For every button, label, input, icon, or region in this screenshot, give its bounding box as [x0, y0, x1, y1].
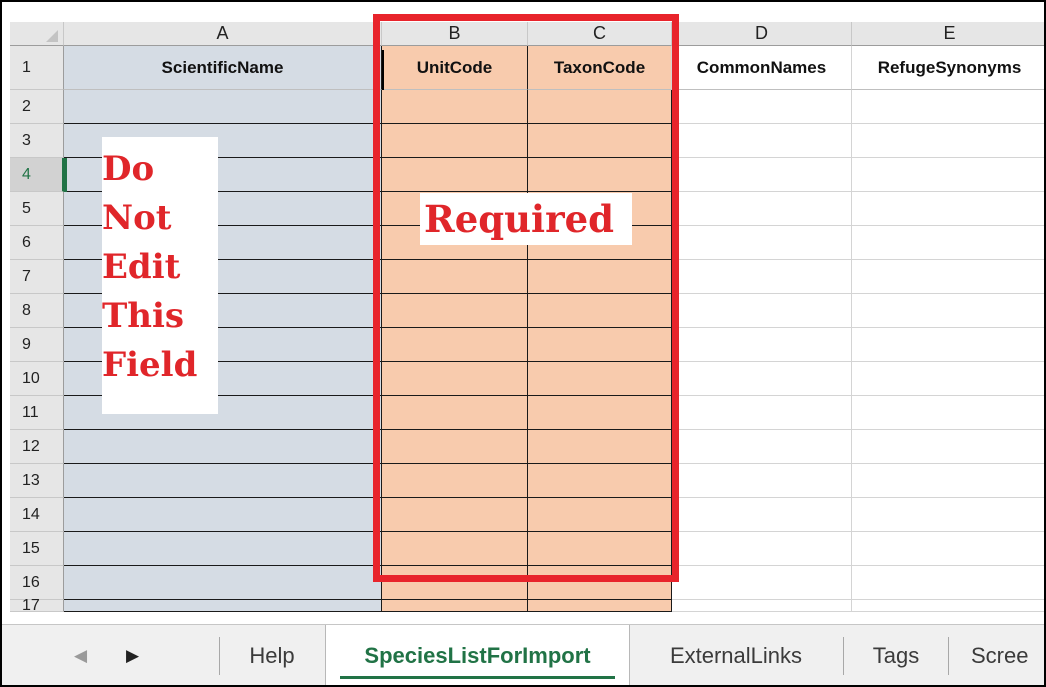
- cell-e14[interactable]: [852, 498, 1044, 532]
- cell-e9[interactable]: [852, 328, 1044, 362]
- tab-externallinks[interactable]: ExternalLinks: [630, 625, 842, 685]
- tab-scroll-right-icon[interactable]: ▶: [126, 646, 139, 666]
- cell-a12[interactable]: [64, 430, 382, 464]
- cell-e15[interactable]: [852, 532, 1044, 566]
- do-not-edit-word-3: Edit: [102, 247, 181, 287]
- header-cell-commonnames[interactable]: CommonNames: [672, 46, 852, 90]
- do-not-edit-word-2: Not: [102, 198, 172, 238]
- cell-e7[interactable]: [852, 260, 1044, 294]
- cell-a17[interactable]: [64, 600, 382, 612]
- cell-d6[interactable]: [672, 226, 852, 260]
- cell-c17[interactable]: [528, 600, 672, 612]
- required-columns-highlight: [373, 14, 679, 582]
- cell-a13[interactable]: [64, 464, 382, 498]
- do-not-edit-word-5: Field: [102, 345, 198, 385]
- row-header-4[interactable]: 4: [10, 158, 64, 192]
- tab-specieslistforimport[interactable]: SpeciesListForImport: [325, 625, 630, 685]
- do-not-edit-note: Do Not Edit This Field: [102, 137, 218, 414]
- row-header-10[interactable]: 10: [10, 362, 64, 396]
- tab-scree[interactable]: Scree: [949, 625, 1044, 685]
- sheet-tab-bar: ◀ ▶ Help SpeciesListForImport ExternalLi…: [2, 624, 1044, 685]
- row-header-12[interactable]: 12: [10, 430, 64, 464]
- cell-a2[interactable]: [64, 90, 382, 124]
- tab-tags[interactable]: Tags: [844, 625, 948, 685]
- select-all-button[interactable]: [10, 22, 64, 46]
- cell-d12[interactable]: [672, 430, 852, 464]
- row-header-1[interactable]: 1: [10, 46, 64, 90]
- do-not-edit-word-4: This: [102, 296, 185, 336]
- cell-b17[interactable]: [382, 600, 528, 612]
- cell-e11[interactable]: [852, 396, 1044, 430]
- select-all-triangle-icon: [46, 30, 58, 42]
- cell-d2[interactable]: [672, 90, 852, 124]
- cell-e13[interactable]: [852, 464, 1044, 498]
- row-header-11[interactable]: 11: [10, 396, 64, 430]
- row-header-7[interactable]: 7: [10, 260, 64, 294]
- cell-e2[interactable]: [852, 90, 1044, 124]
- cell-d15[interactable]: [672, 532, 852, 566]
- cell-e3[interactable]: [852, 124, 1044, 158]
- cell-d14[interactable]: [672, 498, 852, 532]
- row-header-6[interactable]: 6: [10, 226, 64, 260]
- cell-e6[interactable]: [852, 226, 1044, 260]
- cell-d16[interactable]: [672, 566, 852, 600]
- do-not-edit-word-1: Do: [102, 149, 155, 189]
- cell-d17[interactable]: [672, 600, 852, 612]
- cell-d8[interactable]: [672, 294, 852, 328]
- cell-a14[interactable]: [64, 498, 382, 532]
- cell-e12[interactable]: [852, 430, 1044, 464]
- column-header-a[interactable]: A: [64, 22, 382, 46]
- cell-d11[interactable]: [672, 396, 852, 430]
- tab-scroll-left-icon[interactable]: ◀: [74, 646, 87, 666]
- cell-e17[interactable]: [852, 600, 1044, 612]
- spreadsheet-window: A B C D E 1 ScientificName UnitCode Taxo…: [0, 0, 1046, 687]
- active-cell-indicator: [64, 158, 67, 192]
- cell-d7[interactable]: [672, 260, 852, 294]
- row-header-15[interactable]: 15: [10, 532, 64, 566]
- cell-d4[interactable]: [672, 158, 852, 192]
- cell-e10[interactable]: [852, 362, 1044, 396]
- cell-e16[interactable]: [852, 566, 1044, 600]
- row-header-8[interactable]: 8: [10, 294, 64, 328]
- tab-help[interactable]: Help: [220, 625, 324, 685]
- cell-e5[interactable]: [852, 192, 1044, 226]
- row-header-17[interactable]: 17: [10, 597, 64, 614]
- row-header-16[interactable]: 16: [10, 566, 64, 600]
- header-cell-scientificname[interactable]: ScientificName: [64, 46, 382, 90]
- cell-d3[interactable]: [672, 124, 852, 158]
- cell-a15[interactable]: [64, 532, 382, 566]
- cell-d5[interactable]: [672, 192, 852, 226]
- row-header-14[interactable]: 14: [10, 498, 64, 532]
- do-not-edit-text: Do Not Edit This Field: [102, 145, 197, 390]
- header-cell-refugesynonyms[interactable]: RefugeSynonyms: [852, 46, 1044, 90]
- column-header-d[interactable]: D: [672, 22, 852, 46]
- row-header-3[interactable]: 3: [10, 124, 64, 158]
- cell-a16[interactable]: [64, 566, 382, 600]
- cell-d9[interactable]: [672, 328, 852, 362]
- cell-e8[interactable]: [852, 294, 1044, 328]
- cell-d13[interactable]: [672, 464, 852, 498]
- row-header-13[interactable]: 13: [10, 464, 64, 498]
- column-header-e[interactable]: E: [852, 22, 1044, 46]
- row-header-9[interactable]: 9: [10, 328, 64, 362]
- row-header-5[interactable]: 5: [10, 192, 64, 226]
- row-header-2[interactable]: 2: [10, 90, 64, 124]
- cell-e4[interactable]: [852, 158, 1044, 192]
- cell-d10[interactable]: [672, 362, 852, 396]
